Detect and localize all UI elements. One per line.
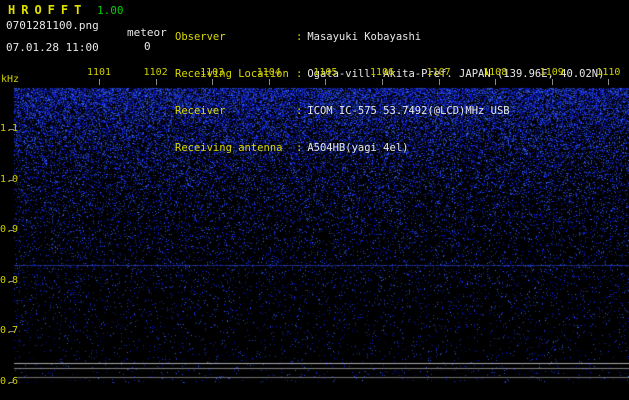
echo-count: 0 xyxy=(144,40,151,53)
info-separator: : xyxy=(296,30,303,43)
x-tick-mark xyxy=(212,79,213,85)
timestamp: 07.01.28 11:00 xyxy=(6,41,99,54)
x-tick-label: 1102 xyxy=(143,67,168,78)
mode-label: meteor xyxy=(127,26,167,39)
info-label: Observer xyxy=(175,30,226,43)
app-version: 1.00 xyxy=(97,4,124,17)
info-value: A504HB(yagi 4el) xyxy=(307,142,409,155)
info-value: Masayuki Kobayashi xyxy=(307,30,422,43)
x-tick-label: 1103 xyxy=(200,67,225,78)
x-tick-label: 1108 xyxy=(483,67,508,78)
x-tick-mark xyxy=(382,79,383,85)
info-value: ICOM IC-575 53.7492(@LCD)MHz USB xyxy=(307,105,510,118)
y-tick-mark xyxy=(9,331,14,332)
info-row: Receiving antenna: A504HB(yagi 4el) xyxy=(175,142,604,154)
x-tick-mark xyxy=(156,79,157,85)
x-tick-label: 1105 xyxy=(313,67,338,78)
info-label: Receiver xyxy=(175,105,226,118)
x-tick-mark xyxy=(552,79,553,85)
y-tick-mark xyxy=(9,230,14,231)
x-tick-mark xyxy=(495,79,496,85)
hrofft-window: HROFFT 1.00 0701281100.png meteor 07.01.… xyxy=(0,0,629,400)
y-tick-mark xyxy=(9,281,14,282)
y-tick-mark xyxy=(9,129,14,130)
y-tick-label: 0.8 xyxy=(0,274,19,286)
y-tick-label: 0.6 xyxy=(0,375,19,387)
x-tick-mark xyxy=(325,79,326,85)
x-tick-label: 1106 xyxy=(369,67,395,78)
y-tick-mark xyxy=(9,382,14,383)
x-tick-mark xyxy=(439,79,440,85)
receiver-info-block: Observer: Masayuki Kobayashi Receiving Lo… xyxy=(175,6,604,180)
y-tick-label: 1.0 xyxy=(0,173,19,185)
x-tick-mark xyxy=(608,79,609,85)
x-tick-label: 1101 xyxy=(86,67,112,78)
info-separator: : xyxy=(296,105,303,118)
y-tick-mark xyxy=(9,180,14,181)
app-title: HROFFT xyxy=(8,3,88,17)
x-tick-label: 1107 xyxy=(426,67,451,78)
info-row: Observer: Masayuki Kobayashi xyxy=(175,31,604,43)
x-tick-mark xyxy=(99,79,100,85)
info-separator: : xyxy=(296,68,303,81)
x-tick-mark xyxy=(269,79,270,85)
output-filename: 0701281100.png xyxy=(6,19,99,32)
info-row: Receiver: ICOM IC-575 53.7492(@LCD)MHz US… xyxy=(175,105,604,117)
x-tick-label: 1104 xyxy=(256,67,281,78)
y-axis-unit-label: kHz xyxy=(1,74,20,85)
x-tick-label: 1109 xyxy=(539,67,564,78)
info-separator: : xyxy=(296,142,303,155)
info-label: Receiving antenna xyxy=(175,142,283,155)
x-tick-label: 1110 xyxy=(596,67,621,78)
